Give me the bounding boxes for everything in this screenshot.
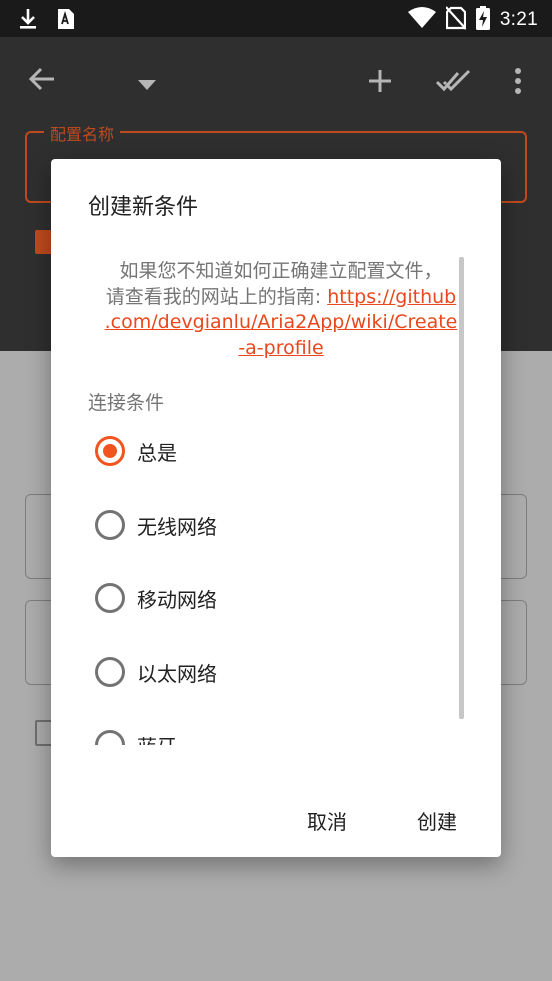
dropdown-arrow-icon[interactable] <box>138 75 156 94</box>
radio-button[interactable] <box>95 657 125 687</box>
radio-option-bluetooth[interactable]: 蓝牙 <box>95 725 177 745</box>
radio-option-ethernet[interactable]: 以太网络 <box>95 652 217 692</box>
dialog-actions: 取消 创建 <box>51 759 501 834</box>
radio-label: 移动网络 <box>137 587 217 612</box>
dialog-scroll-area[interactable]: 如果您不知道如何正确建立配置文件， 请查看我的网站上的指南: https://g… <box>51 255 501 745</box>
wifi-icon <box>407 7 436 33</box>
radio-button[interactable] <box>95 510 125 540</box>
connection-condition-label: 连接条件 <box>88 392 165 414</box>
guide-link[interactable]: -a-profile <box>238 337 323 359</box>
more-vert-icon[interactable] <box>513 67 523 99</box>
profile-name-label: 配置名称 <box>44 121 121 145</box>
radio-label: 无线网络 <box>137 514 217 539</box>
done-all-icon[interactable] <box>435 69 472 97</box>
create-button[interactable]: 创建 <box>417 806 457 835</box>
radio-option-always[interactable]: 总是 <box>95 431 177 471</box>
radio-label: 以太网络 <box>137 661 217 686</box>
battery-charging-icon <box>475 6 490 34</box>
radio-button[interactable] <box>95 583 125 613</box>
status-time: 3:21 <box>499 9 538 30</box>
radio-button[interactable] <box>95 436 125 466</box>
radio-button[interactable] <box>95 730 125 745</box>
dialog-message: 如果您不知道如何正确建立配置文件， 请查看我的网站上的指南: https://g… <box>95 259 467 361</box>
dialog-title: 创建新条件 <box>88 195 199 220</box>
add-icon[interactable] <box>368 69 392 97</box>
message-line: 请查看我的网站上的指南: <box>105 285 328 308</box>
create-condition-dialog: 创建新条件 如果您不知道如何正确建立配置文件， 请查看我的网站上的指南: htt… <box>51 159 501 857</box>
radio-label: 总是 <box>137 440 177 465</box>
back-arrow-icon[interactable] <box>28 65 56 97</box>
message-line: 如果您不知道如何正确建立配置文件， <box>119 260 443 282</box>
radio-option-mobile[interactable]: 移动网络 <box>95 578 217 618</box>
no-sim-icon <box>444 6 467 34</box>
radio-label: 蓝牙 <box>137 731 177 746</box>
guide-link[interactable]: https://github <box>327 286 456 308</box>
status-bar: 3:21 <box>0 0 552 37</box>
guide-link[interactable]: .com/devgianlu/Aria2App/wiki/Create <box>105 311 458 333</box>
scrollbar[interactable] <box>459 257 464 719</box>
download-icon <box>18 7 38 35</box>
radio-option-wifi[interactable]: 无线网络 <box>95 505 217 545</box>
font-icon <box>56 9 74 33</box>
cancel-button[interactable]: 取消 <box>307 806 347 835</box>
